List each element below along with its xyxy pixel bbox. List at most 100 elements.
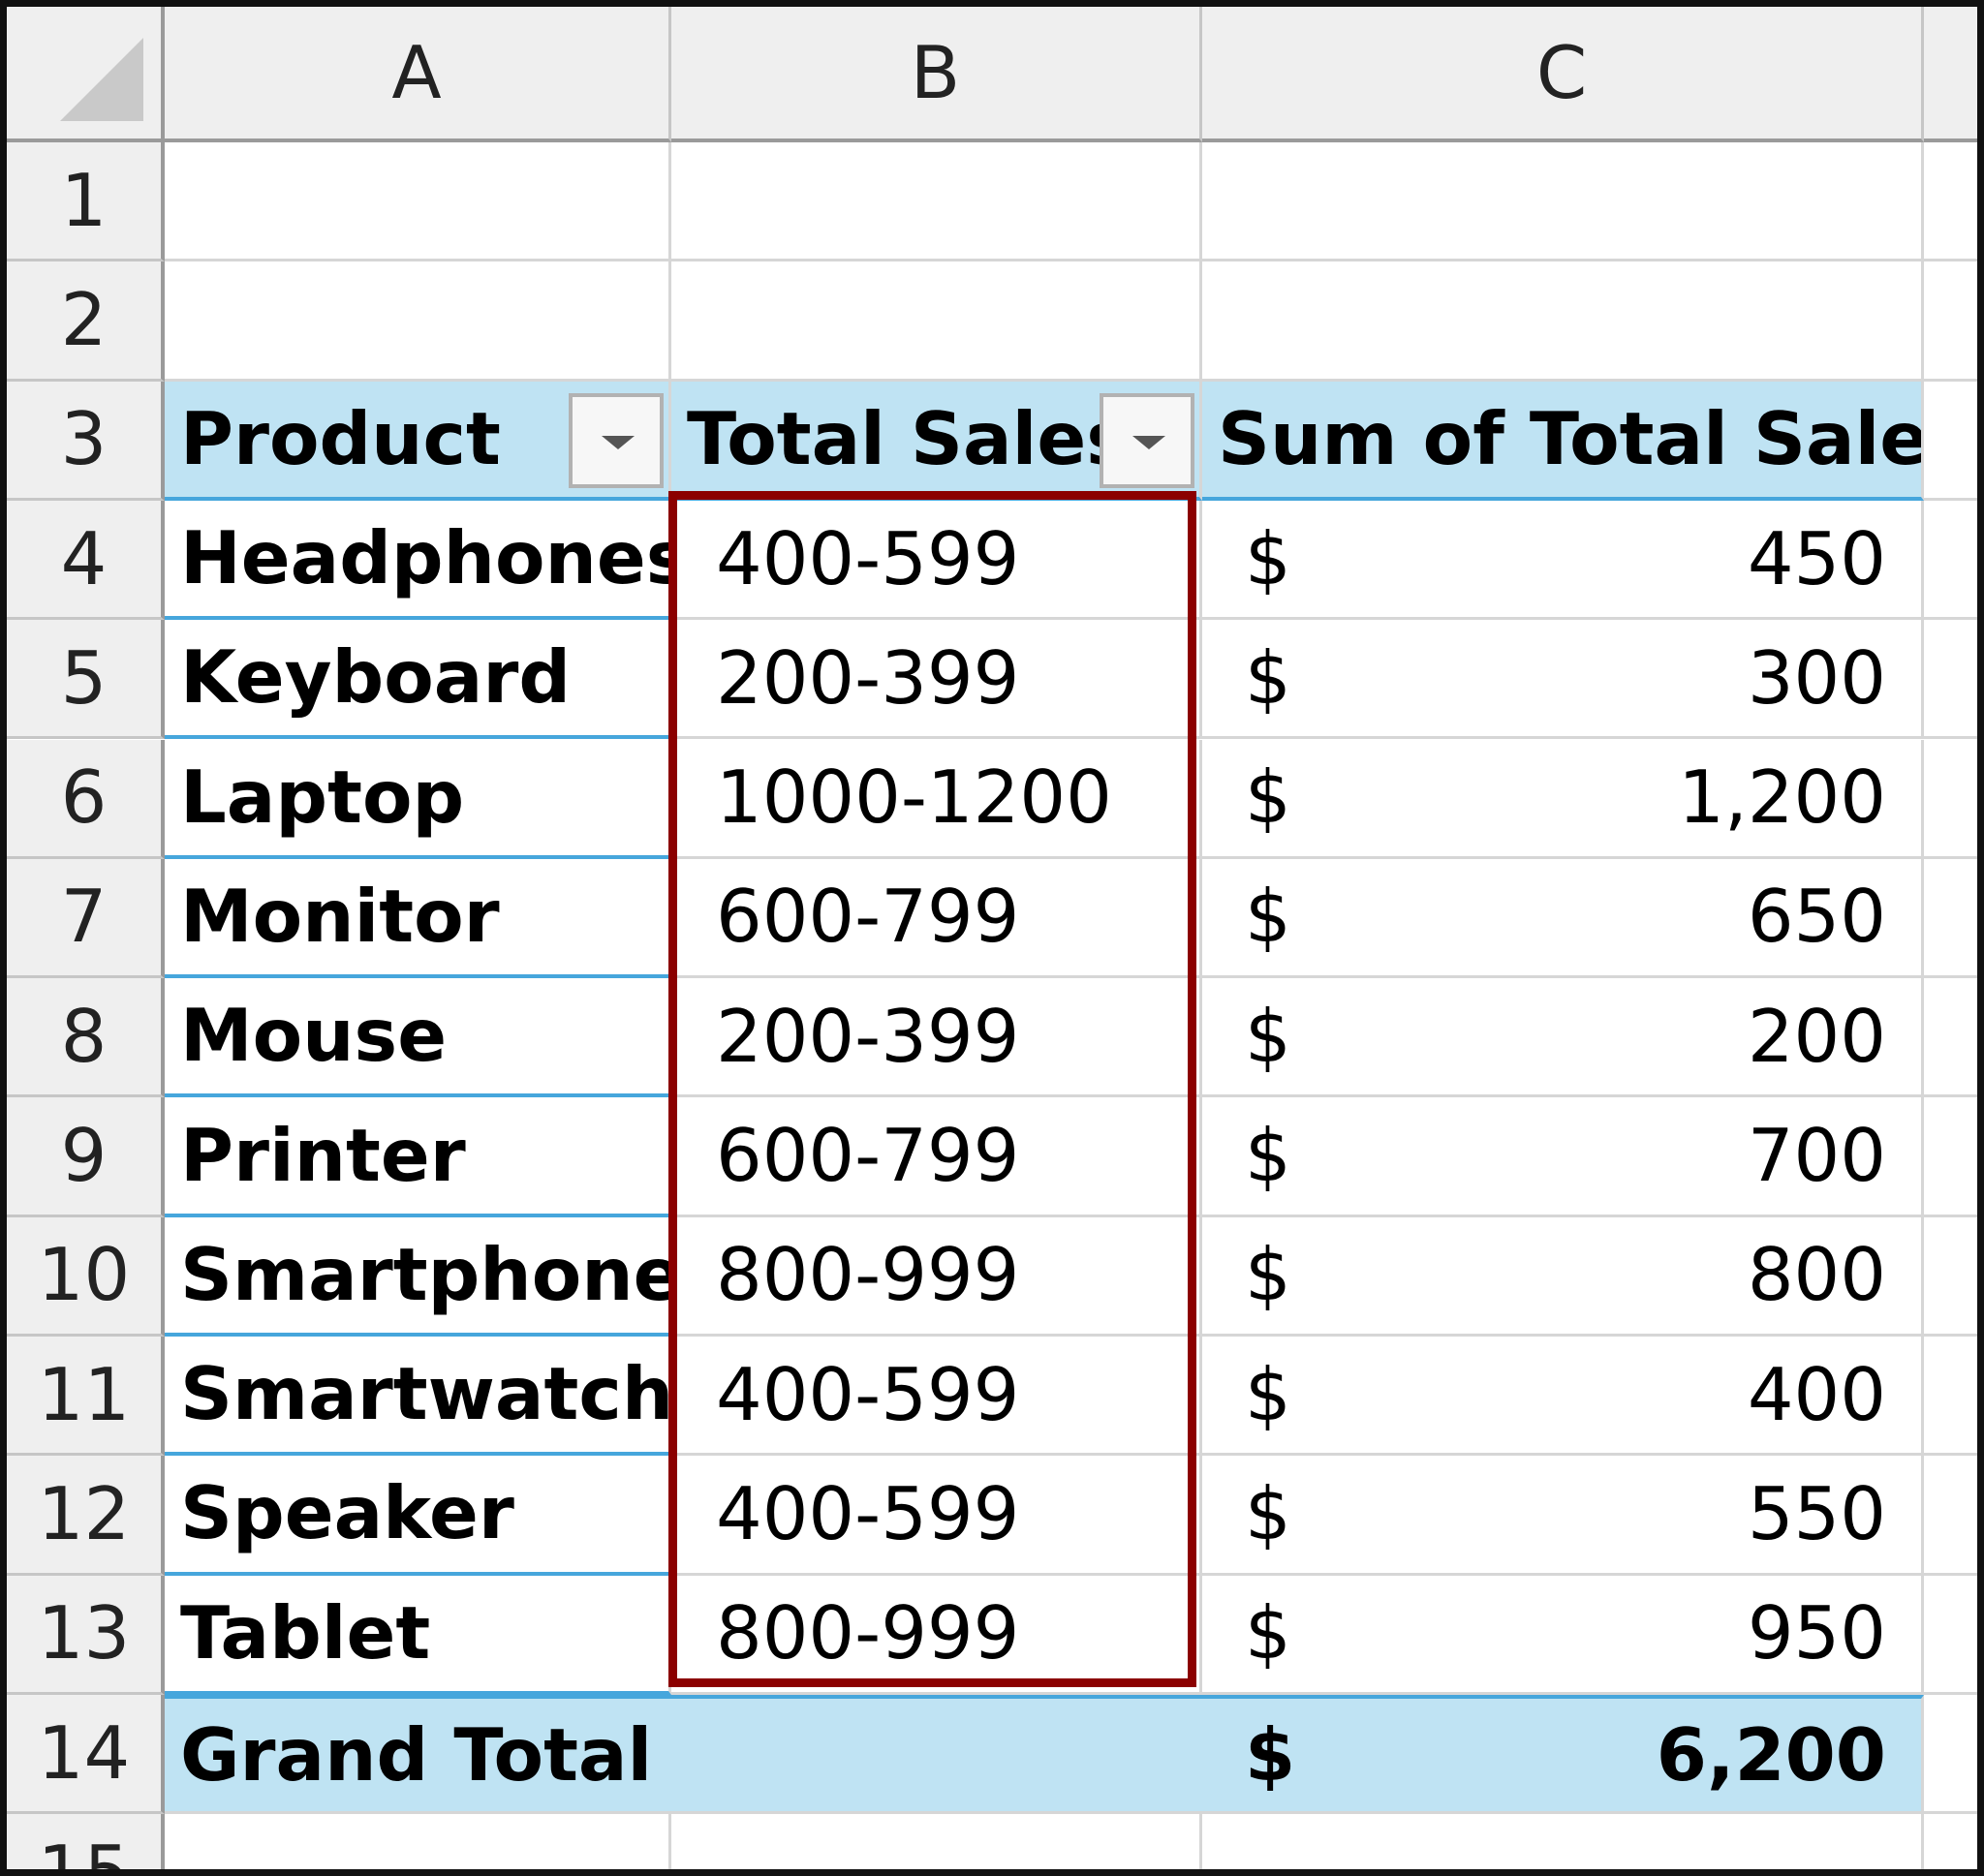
currency-symbol: $	[1245, 874, 1291, 960]
empty-cell[interactable]	[1924, 501, 1977, 621]
empty-cell[interactable]	[165, 1814, 671, 1869]
empty-cell[interactable]	[1924, 740, 1977, 859]
empty-cell[interactable]	[671, 1814, 1202, 1869]
empty-cell[interactable]	[1924, 1695, 1977, 1815]
sales-range-cell[interactable]: 400-599	[671, 500, 1202, 621]
amount-value: 1,200	[1678, 754, 1886, 841]
row-label-product[interactable]: Tablet	[165, 1575, 671, 1695]
row-header-12[interactable]: 12	[7, 1456, 165, 1576]
sum-value-cell[interactable]: $300	[1202, 620, 1924, 740]
row-header-5[interactable]: 5	[7, 620, 165, 740]
sales-range-cell[interactable]: 1000-1200	[671, 739, 1202, 859]
amount-value: 650	[1747, 874, 1886, 960]
empty-cell[interactable]	[1924, 1814, 1977, 1869]
empty-cell[interactable]	[1202, 261, 1924, 382]
column-header-extra[interactable]	[1924, 7, 1977, 142]
empty-cell[interactable]	[1924, 1097, 1977, 1217]
row-header-4[interactable]: 4	[7, 500, 165, 621]
row-header-1[interactable]: 1	[7, 142, 165, 262]
sales-range-cell[interactable]: 200-399	[671, 978, 1202, 1098]
pivot-header-sum-of-total-sales[interactable]: Sum of Total Sales	[1202, 381, 1924, 501]
amount-value: 800	[1747, 1232, 1886, 1318]
sales-range-cell[interactable]: 400-599	[671, 1456, 1202, 1576]
select-all-corner[interactable]	[7, 7, 165, 142]
sum-value-cell[interactable]: $1,200	[1202, 739, 1924, 859]
row-header-6[interactable]: 6	[7, 739, 165, 859]
empty-cell[interactable]	[1924, 620, 1977, 740]
row-label-product[interactable]: Printer	[165, 1097, 671, 1217]
sales-range-cell[interactable]: 600-799	[671, 1097, 1202, 1217]
sales-range-cell[interactable]: 600-799	[671, 858, 1202, 979]
currency-symbol: $	[1245, 1113, 1291, 1199]
sum-value-cell[interactable]: $550	[1202, 1456, 1924, 1576]
empty-cell[interactable]	[1924, 978, 1977, 1098]
empty-cell[interactable]	[1924, 142, 1977, 262]
currency-symbol: $	[1245, 1232, 1291, 1318]
total-sales-filter-button[interactable]	[1100, 392, 1194, 488]
row-label-product[interactable]: Mouse	[165, 978, 671, 1098]
empty-cell[interactable]	[1924, 382, 1977, 501]
empty-cell[interactable]	[165, 142, 671, 262]
row-header-7[interactable]: 7	[7, 858, 165, 979]
amount-value: 700	[1747, 1113, 1886, 1199]
sum-value-cell[interactable]: $400	[1202, 1337, 1924, 1457]
empty-cell[interactable]	[1924, 1337, 1977, 1457]
filter-dropdown-icon	[602, 435, 635, 449]
sum-value-cell[interactable]: $450	[1202, 500, 1924, 621]
sales-range-cell[interactable]: 400-599	[671, 1337, 1202, 1457]
column-header-c[interactable]: C	[1202, 7, 1924, 142]
row-header-9[interactable]: 9	[7, 1097, 165, 1217]
column-header-b[interactable]: B	[671, 7, 1202, 142]
empty-cell[interactable]	[1924, 261, 1977, 382]
empty-cell[interactable]	[1924, 1456, 1977, 1576]
row-header-11[interactable]: 11	[7, 1337, 165, 1457]
currency-symbol: $	[1245, 1351, 1291, 1437]
empty-cell[interactable]	[671, 261, 1202, 382]
sum-value-cell[interactable]: $200	[1202, 978, 1924, 1098]
empty-cell[interactable]	[1924, 1576, 1977, 1695]
row-header-3[interactable]: 3	[7, 381, 165, 501]
currency-symbol: $	[1245, 1470, 1291, 1556]
grand-total-amount: 6,200	[1656, 1711, 1886, 1798]
row-header-15[interactable]: 15	[7, 1814, 165, 1869]
spreadsheet-grid: A B C 1 2 3 Product Total Sales Sum of Total Sal…	[7, 7, 1977, 1869]
sum-value-cell[interactable]: $950	[1202, 1575, 1924, 1695]
empty-cell[interactable]	[1924, 859, 1977, 979]
sum-value-cell[interactable]: $650	[1202, 858, 1924, 979]
currency-symbol: $	[1245, 1590, 1291, 1676]
currency-symbol: $	[1245, 634, 1291, 721]
empty-cell[interactable]	[671, 142, 1202, 262]
row-label-product[interactable]: Headphones	[165, 500, 671, 621]
amount-value: 300	[1747, 634, 1886, 721]
empty-cell[interactable]	[165, 261, 671, 382]
empty-cell[interactable]	[1202, 142, 1924, 262]
currency-symbol: $	[1245, 993, 1291, 1079]
row-header-2[interactable]: 2	[7, 261, 165, 382]
row-header-10[interactable]: 10	[7, 1216, 165, 1337]
column-header-a[interactable]: A	[165, 7, 671, 142]
row-label-product[interactable]: Smartphone	[165, 1216, 671, 1337]
sum-value-cell[interactable]: $700	[1202, 1097, 1924, 1217]
row-label-product[interactable]: Speaker	[165, 1456, 671, 1576]
empty-cell[interactable]	[1202, 1814, 1924, 1869]
row-label-product[interactable]: Smartwatch	[165, 1337, 671, 1457]
sales-range-cell[interactable]: 200-399	[671, 620, 1202, 740]
product-filter-button[interactable]	[569, 392, 664, 488]
currency-symbol: $	[1245, 515, 1291, 601]
sales-range-cell[interactable]: 800-999	[671, 1216, 1202, 1337]
spreadsheet-frame: A B C 1 2 3 Product Total Sales Sum of Total Sal…	[0, 0, 1984, 1876]
row-header-13[interactable]: 13	[7, 1575, 165, 1695]
row-header-14[interactable]: 14	[7, 1694, 165, 1815]
row-header-8[interactable]: 8	[7, 978, 165, 1098]
row-label-product[interactable]: Monitor	[165, 858, 671, 979]
row-label-product[interactable]: Keyboard	[165, 620, 671, 740]
grand-total-label[interactable]: Grand Total	[165, 1694, 1202, 1815]
sales-range-cell[interactable]: 800-999	[671, 1575, 1202, 1695]
sum-value-cell[interactable]: $800	[1202, 1216, 1924, 1337]
currency-symbol: $	[1245, 754, 1291, 841]
amount-value: 550	[1747, 1470, 1886, 1556]
grand-total-value-cell[interactable]: $6,200	[1202, 1694, 1924, 1815]
row-label-product[interactable]: Laptop	[165, 739, 671, 859]
amount-value: 400	[1747, 1351, 1886, 1437]
empty-cell[interactable]	[1924, 1217, 1977, 1337]
